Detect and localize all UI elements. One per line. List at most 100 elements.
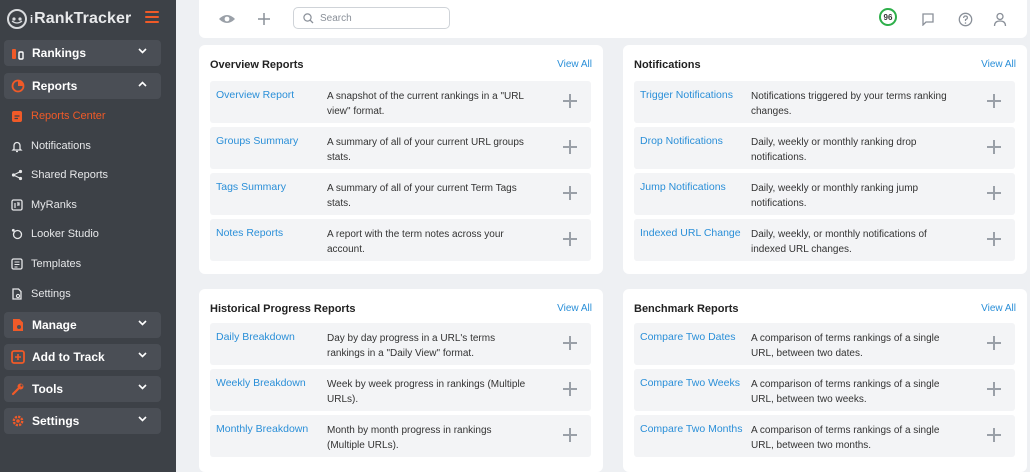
report-description: A comparison of terms rankings of a sing…: [751, 425, 940, 451]
report-row: Compare Two Months A comparison of terms…: [634, 415, 1015, 457]
report-row: Indexed URL Change Daily, weekly, or mon…: [634, 219, 1015, 261]
manage-icon: [10, 317, 26, 333]
logo-prefix: i: [30, 14, 34, 26]
view-all-link[interactable]: View All: [981, 59, 1016, 70]
menu-toggle-icon[interactable]: [145, 11, 159, 23]
templates-icon: [10, 257, 24, 271]
sidebar-item-reports-center[interactable]: Reports Center: [10, 105, 106, 127]
report-description: A report with the term notes across your…: [327, 229, 504, 255]
sidebar-group-settings[interactable]: Settings: [4, 408, 161, 434]
sidebar-item-label: Looker Studio: [31, 228, 99, 240]
report-row: Monthly Breakdown Month by month progres…: [210, 415, 591, 457]
sidebar-item-myranks[interactable]: MyRanks: [10, 194, 77, 216]
report-row: Compare Two Dates A comparison of terms …: [634, 323, 1015, 365]
sidebar-group-tools[interactable]: Tools: [4, 376, 161, 402]
reports-center-icon: [10, 109, 24, 123]
report-description: Week by week progress in rankings (Multi…: [327, 379, 526, 405]
report-link[interactable]: Daily Breakdown: [216, 331, 295, 343]
report-description: A comparison of terms rankings of a sing…: [751, 379, 940, 405]
bell-icon: [10, 139, 24, 153]
sidebar-group-add-to-track[interactable]: Add to Track: [4, 344, 161, 370]
report-link[interactable]: Drop Notifications: [640, 135, 723, 147]
report-row: Jump Notifications Daily, weekly or mont…: [634, 173, 1015, 215]
reports-icon: [10, 78, 26, 94]
add-plus-icon[interactable]: [563, 428, 577, 442]
report-link[interactable]: Weekly Breakdown: [216, 377, 306, 389]
sidebar-item-label: Notifications: [31, 140, 91, 152]
report-row: Notes Reports A report with the term not…: [210, 219, 591, 261]
sidebar-group-label: Add to Track: [32, 350, 105, 364]
add-plus-icon[interactable]: [987, 428, 1001, 442]
sidebar-group-label: Reports: [32, 79, 78, 93]
sidebar-item-label: Reports Center: [31, 110, 106, 122]
view-all-link[interactable]: View All: [557, 59, 592, 70]
sidebar-item-looker-studio[interactable]: Looker Studio: [10, 223, 99, 245]
report-link[interactable]: Compare Two Dates: [640, 331, 736, 343]
settings-icon: [10, 413, 26, 429]
search-box[interactable]: [293, 7, 450, 29]
benchmark-reports-card: Benchmark Reports View All Compare Two D…: [623, 289, 1027, 472]
add-plus-icon[interactable]: [987, 140, 1001, 154]
help-icon[interactable]: [955, 9, 975, 29]
chevron-down-icon: [138, 384, 147, 390]
sidebar-item-label: Templates: [31, 258, 82, 270]
sidebar-item-report-settings[interactable]: Settings: [10, 283, 71, 305]
sidebar-group-reports[interactable]: Reports: [4, 73, 161, 99]
report-description: Month by month progress in rankings (Mul…: [327, 425, 492, 451]
add-plus-icon[interactable]: [987, 382, 1001, 396]
view-all-link[interactable]: View All: [981, 303, 1016, 314]
logo-text: RankTracker: [34, 10, 132, 27]
add-plus-icon[interactable]: [987, 336, 1001, 350]
add-plus-icon[interactable]: [563, 186, 577, 200]
card-title: Historical Progress Reports: [210, 303, 356, 315]
report-link[interactable]: Indexed URL Change: [640, 227, 741, 239]
sidebar-group-label: Tools: [32, 382, 64, 396]
user-icon[interactable]: [990, 9, 1010, 29]
logo-icon: [7, 9, 27, 29]
add-plus-icon[interactable]: [987, 94, 1001, 108]
add-plus-icon[interactable]: [563, 232, 577, 246]
chevron-down-icon: [138, 320, 147, 326]
add-plus-icon[interactable]: [563, 336, 577, 350]
search-input[interactable]: [320, 12, 440, 24]
view-all-link[interactable]: View All: [557, 303, 592, 314]
report-link[interactable]: Notes Reports: [216, 227, 283, 239]
overview-reports-card: Overview Reports View All Overview Repor…: [199, 45, 603, 274]
report-link[interactable]: Groups Summary: [216, 135, 298, 147]
chevron-up-icon: [138, 81, 147, 87]
add-plus-icon[interactable]: [987, 186, 1001, 200]
report-link[interactable]: Compare Two Weeks: [640, 377, 740, 389]
add-plus-icon[interactable]: [563, 140, 577, 154]
looker-studio-icon: [10, 227, 24, 241]
report-link[interactable]: Trigger Notifications: [640, 89, 733, 101]
sidebar-item-label: MyRanks: [31, 199, 77, 211]
report-link[interactable]: Compare Two Months: [640, 423, 743, 435]
report-row: Overview Report A snapshot of the curren…: [210, 81, 591, 123]
sidebar-group-rankings[interactable]: Rankings: [4, 40, 161, 66]
report-row: Tags Summary A summary of all of your cu…: [210, 173, 591, 215]
report-link[interactable]: Monthly Breakdown: [216, 423, 308, 435]
add-plus-icon[interactable]: [563, 382, 577, 396]
report-link[interactable]: Overview Report: [216, 89, 294, 101]
sidebar-item-templates[interactable]: Templates: [10, 253, 81, 275]
add-to-track-icon: [10, 349, 26, 365]
report-description: A summary of all of your current Term Ta…: [327, 183, 517, 209]
eye-icon[interactable]: [217, 9, 237, 29]
sidebar-group-label: Manage: [32, 318, 77, 332]
share-icon: [10, 168, 24, 182]
report-description: A summary of all of your current URL gro…: [327, 137, 524, 163]
sidebar-group-manage[interactable]: Manage: [4, 312, 161, 338]
add-plus-icon[interactable]: [987, 232, 1001, 246]
score-badge[interactable]: 96: [879, 8, 897, 26]
sidebar-item-shared-reports[interactable]: Shared Reports: [10, 164, 108, 186]
top-bar: 96: [199, 0, 1027, 38]
report-description: A comparison of terms rankings of a sing…: [751, 333, 940, 359]
report-link[interactable]: Jump Notifications: [640, 181, 726, 193]
report-row: Groups Summary A summary of all of your …: [210, 127, 591, 169]
report-link[interactable]: Tags Summary: [216, 181, 286, 193]
report-description: Daily, weekly or monthly ranking drop no…: [751, 137, 917, 163]
feedback-icon[interactable]: [918, 9, 938, 29]
sidebar-item-notifications[interactable]: Notifications: [10, 135, 91, 157]
add-plus-icon[interactable]: [563, 94, 577, 108]
plus-icon[interactable]: [254, 9, 274, 29]
